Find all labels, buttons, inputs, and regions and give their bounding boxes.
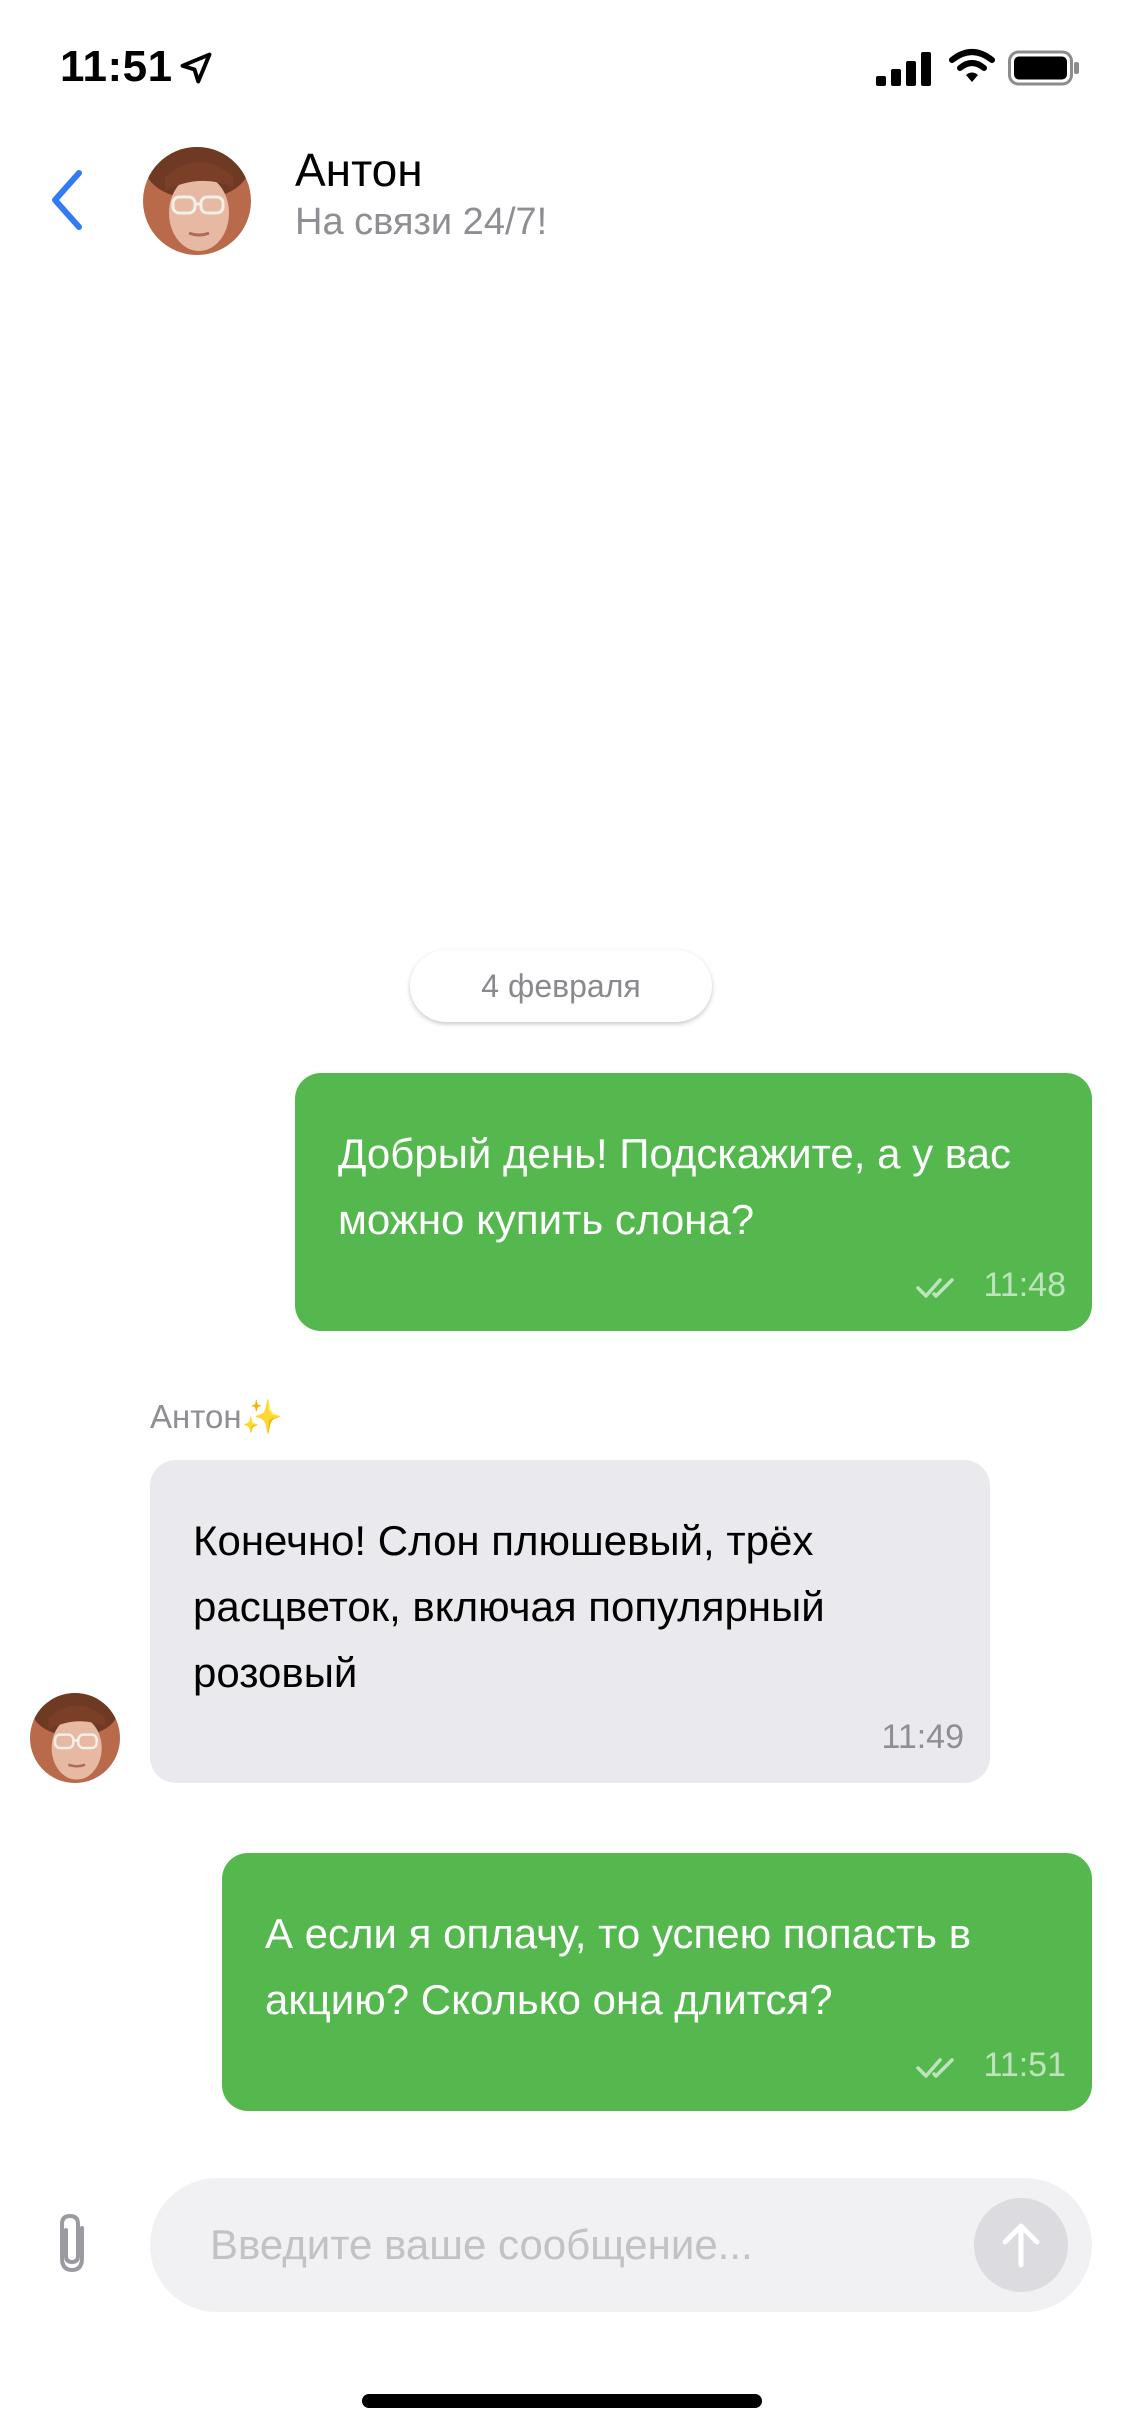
cellular-signal-icon — [876, 52, 931, 86]
message-text: Добрый день! Подскажите, а у вас можно к… — [338, 1130, 1011, 1243]
wifi-icon — [949, 49, 995, 82]
battery-icon — [1008, 50, 1079, 86]
message-time: 11:48 — [983, 1266, 1066, 1304]
double-check-icon — [916, 1278, 954, 1298]
arrow-up-icon — [1002, 2223, 1040, 2268]
date-separator: 4 февраля — [410, 950, 712, 1022]
status-bar: 11:51 — [0, 0, 1125, 135]
message-composer — [150, 2178, 1092, 2312]
chevron-left-icon[interactable] — [45, 165, 95, 235]
message-input[interactable] — [210, 2212, 950, 2278]
location-arrow-icon — [180, 52, 212, 84]
message-text: А если я оплачу, то успею попасть в акци… — [265, 1910, 972, 2023]
status-time: 11:51 — [60, 42, 173, 91]
incoming-message[interactable]: Конечно! Слон плюшевый, трёх расцветок, … — [150, 1460, 990, 1783]
outgoing-message[interactable]: А если я оплачу, то успею попасть в акци… — [222, 1853, 1092, 2111]
double-check-icon — [916, 2058, 954, 2078]
contact-avatar[interactable] — [143, 147, 251, 255]
outgoing-message[interactable]: Добрый день! Подскажите, а у вас можно к… — [295, 1073, 1092, 1331]
paperclip-icon[interactable] — [50, 2210, 96, 2276]
message-time: 11:49 — [881, 1718, 964, 1756]
chat-header: Антон На связи 24/7! — [0, 135, 1125, 275]
contact-status: На связи 24/7! — [295, 201, 548, 243]
sender-name: Антон✨ — [150, 1398, 283, 1435]
home-indicator[interactable] — [362, 2394, 762, 2408]
send-button[interactable] — [974, 2198, 1068, 2292]
message-time: 11:51 — [983, 2046, 1066, 2084]
message-text: Конечно! Слон плюшевый, трёх расцветок, … — [193, 1517, 825, 1696]
contact-name[interactable]: Антон — [295, 143, 423, 197]
sender-avatar[interactable] — [30, 1693, 120, 1783]
